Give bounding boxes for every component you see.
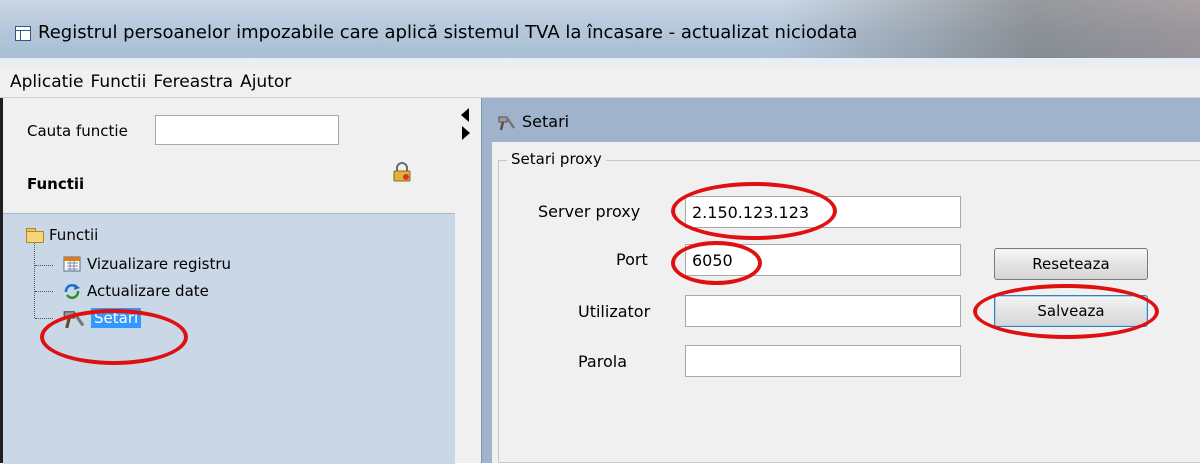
tree-item-label: Actualizare date — [87, 282, 209, 300]
utilizator-label: Utilizator — [578, 302, 651, 321]
search-input[interactable] — [155, 115, 339, 145]
functions-panel: Cauta functie Functii Functii Vizualizar… — [0, 98, 455, 464]
tree-root-functii[interactable]: Functii — [26, 226, 98, 244]
tree-item-actualizare-date[interactable]: Actualizare date — [63, 282, 209, 300]
server-proxy-input[interactable]: 2.150.123.123 — [685, 196, 961, 228]
parola-input[interactable] — [685, 345, 961, 377]
proxy-settings-legend: Setari proxy — [507, 150, 606, 168]
settings-window-body: Setari proxy Server proxy 2.150.123.123 … — [492, 142, 1200, 463]
menu-ajutor[interactable]: Ajutor — [240, 72, 291, 92]
splitter-arrow-icon[interactable] — [462, 126, 470, 140]
port-input[interactable]: 6050 — [685, 244, 961, 276]
tree-item-vizualizare-registru[interactable]: Vizualizare registru — [63, 255, 231, 273]
function-tree: Functii Vizualizare registru Actualizare… — [3, 213, 455, 464]
settings-window: Setari Setari proxy Server proxy 2.150.1… — [481, 98, 1200, 463]
tree-item-label-selected: Setari — [91, 308, 142, 328]
parola-label: Parola — [578, 352, 627, 371]
functions-heading: Functii — [27, 175, 85, 193]
splitter-arrow-icon[interactable] — [461, 108, 469, 122]
menu-fereastra[interactable]: Fereastra — [153, 72, 233, 92]
menu-bar: Aplicatie Functii Fereastra Ajutor — [0, 66, 1200, 98]
tree-connector — [35, 265, 53, 266]
tree-root-label: Functii — [49, 226, 99, 244]
panel-splitter[interactable] — [455, 98, 481, 463]
window-title: Registrul persoanelor impozabile care ap… — [38, 22, 858, 43]
tree-branch-line — [34, 240, 35, 318]
menu-aplicatie[interactable]: Aplicatie — [10, 72, 83, 92]
tree-item-setari[interactable]: Setari — [61, 308, 142, 328]
tools-icon — [63, 311, 85, 328]
port-label: Port — [616, 250, 648, 269]
settings-window-title: Setari — [522, 112, 570, 131]
menu-functii[interactable]: Functii — [90, 72, 146, 92]
tree-connector — [35, 318, 53, 319]
folder-icon — [26, 228, 44, 243]
app-icon — [15, 26, 31, 41]
refresh-icon — [64, 284, 80, 299]
calendar-icon — [63, 256, 81, 272]
lock-icon[interactable] — [393, 162, 411, 182]
tools-icon — [498, 116, 516, 130]
server-proxy-label: Server proxy — [538, 202, 641, 221]
tree-connector — [35, 291, 53, 292]
reset-button[interactable]: Reseteaza — [994, 248, 1148, 280]
settings-window-titlebar: Setari — [496, 112, 569, 131]
search-label: Cauta functie — [27, 122, 128, 140]
title-bar: Registrul persoanelor impozabile care ap… — [0, 0, 1200, 59]
title-menu-gap — [0, 58, 1200, 66]
tree-item-label: Vizualizare registru — [87, 255, 232, 273]
save-button[interactable]: Salveaza — [994, 295, 1148, 327]
utilizator-input[interactable] — [685, 295, 961, 327]
